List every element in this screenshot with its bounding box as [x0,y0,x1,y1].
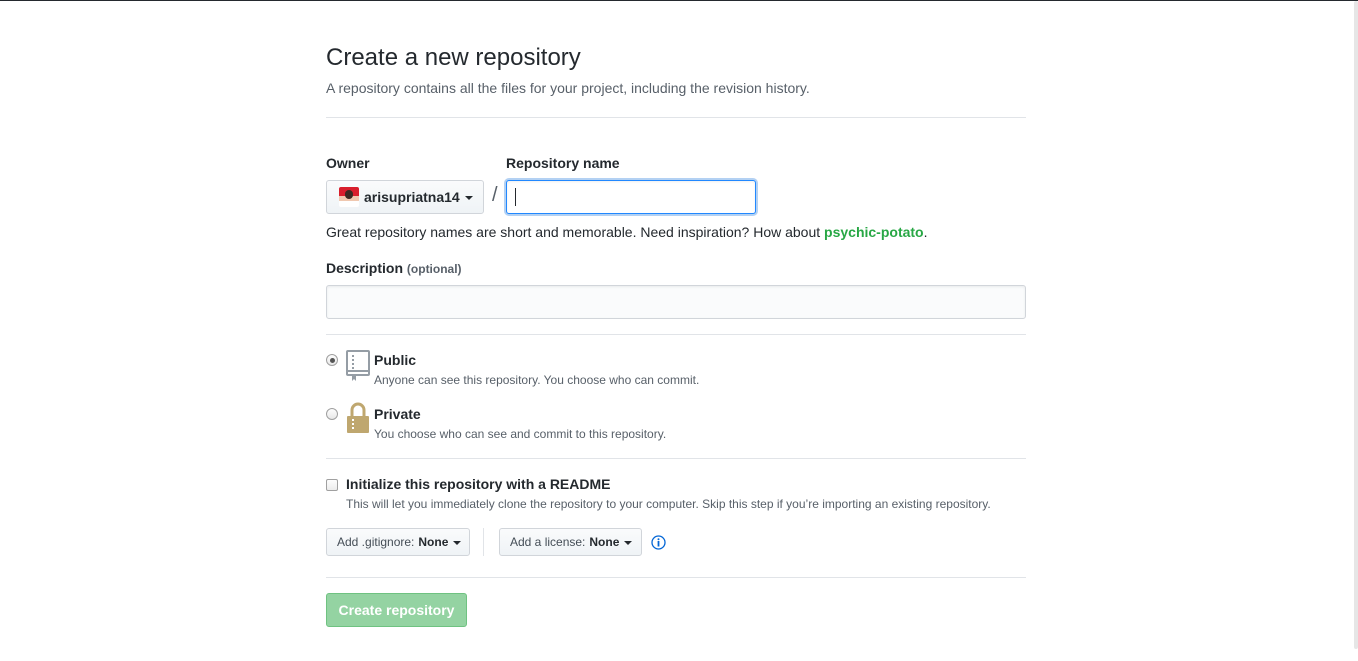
gitignore-value: None [418,535,449,549]
divider [326,117,1026,118]
divider [326,334,1026,335]
repo-name-label: Repository name [506,155,620,171]
gitignore-dropdown[interactable]: Add .gitignore: None [326,528,470,556]
text-cursor [515,188,516,206]
name-suggestion[interactable]: psychic-potato [824,224,924,240]
divider [326,577,1026,578]
repo-name-input[interactable] [506,180,756,214]
hint-text: Great repository names are short and mem… [326,224,825,240]
chevron-down-icon [453,541,462,545]
license-value: None [589,535,620,549]
readme-checkbox[interactable] [326,479,338,491]
owner-name: arisupriatna14 [364,189,460,205]
divider [483,528,484,556]
readme-desc: This will let you immediately clone the … [346,497,991,511]
owner-dropdown[interactable]: arisupriatna14 [326,180,484,214]
lock-icon [347,402,369,433]
gitignore-prefix: Add .gitignore: [337,535,415,549]
description-input[interactable] [326,285,1026,319]
private-option-desc: You choose who can see and commit to thi… [374,427,667,441]
hint-suffix: . [923,224,928,240]
chevron-down-icon [624,541,633,545]
public-radio[interactable] [326,354,338,366]
page-subtitle: A repository contains all the files for … [326,80,810,96]
public-option-title[interactable]: Public [374,352,416,368]
page-title: Create a new repository [326,44,581,71]
description-label-text: Description [326,260,404,276]
avatar [339,187,359,207]
repo-name-hint: Great repository names are short and mem… [326,224,928,240]
owner-repo-separator: / [492,184,498,206]
readme-title[interactable]: Initialize this repository with a README [346,476,610,492]
optional-note: (optional) [406,262,462,276]
license-dropdown[interactable]: Add a license: None [499,528,642,556]
description-label: Description (optional) [326,260,462,276]
chevron-down-icon [464,196,473,200]
page-scrollbar[interactable] [1354,1,1358,649]
create-repository-button[interactable]: Create repository [326,593,467,627]
info-icon[interactable] [651,535,666,550]
repo-icon [346,350,370,381]
owner-label: Owner [326,155,370,171]
divider [326,458,1026,459]
private-radio[interactable] [326,408,338,420]
public-option-desc: Anyone can see this repository. You choo… [374,373,700,387]
license-prefix: Add a license: [510,535,586,549]
private-option-title[interactable]: Private [374,406,421,422]
